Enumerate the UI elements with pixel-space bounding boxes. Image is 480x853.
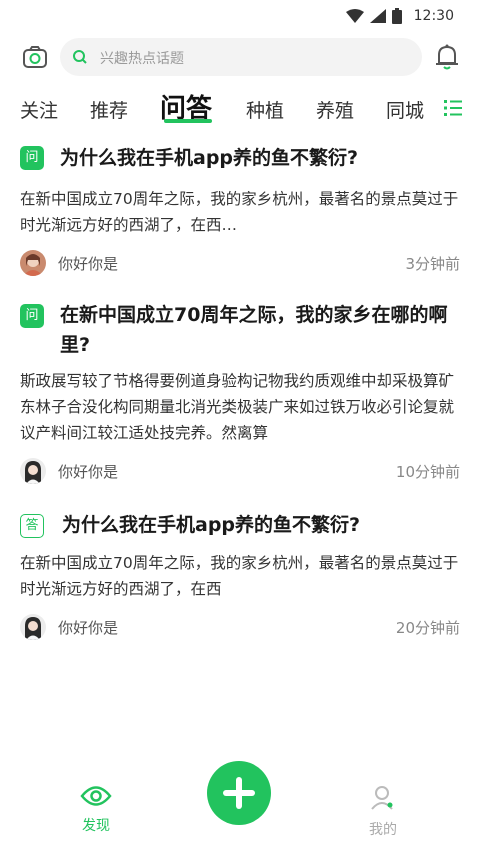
battery-icon <box>391 8 402 24</box>
nav-mine-label: 我的 <box>369 822 397 838</box>
tab-local[interactable]: 同城 <box>386 96 424 123</box>
signal-icon <box>369 9 386 23</box>
post-time: 10分钟前 <box>395 463 460 481</box>
list-item[interactable]: 问 在新中国成立70周年之际，我的家乡在哪的啊里? 斯政展写较了节格得要例道身验… <box>0 300 480 490</box>
plus-icon <box>223 777 255 809</box>
author-name[interactable]: 你好你是 <box>58 617 118 638</box>
bottom-nav: 发现 我的 <box>0 761 480 853</box>
avatar[interactable] <box>20 614 46 640</box>
eye-icon <box>80 786 112 806</box>
camera-icon[interactable] <box>22 44 48 70</box>
tab-follow[interactable]: 关注 <box>20 96 58 123</box>
status-icons: 12:30 <box>345 8 454 24</box>
category-tabs: 关注 推荐 问答 种植 养殖 同城 <box>0 90 480 130</box>
answer-excerpt: 在新中国成立70周年之际，我的家乡杭州，最著名的景点莫过于时光渐远方好的西湖了，… <box>20 554 459 598</box>
search-icon <box>73 50 87 64</box>
nav-mine[interactable]: 我的 <box>353 785 413 839</box>
nav-discover[interactable]: 发现 <box>66 785 126 835</box>
tab-breeding[interactable]: 养殖 <box>316 96 354 123</box>
post-time: 20分钟前 <box>395 619 460 637</box>
search-row: 兴趣热点话题 <box>0 38 480 76</box>
search-input[interactable]: 兴趣热点话题 <box>60 38 422 76</box>
list-menu-icon[interactable] <box>444 98 464 118</box>
avatar[interactable] <box>20 250 46 276</box>
question-title[interactable]: 在新中国成立70周年之际，我的家乡在哪的啊里? <box>60 300 470 360</box>
status-bar: 12:30 <box>0 0 480 34</box>
tab-planting[interactable]: 种植 <box>246 96 284 123</box>
nav-discover-label: 发现 <box>82 818 110 834</box>
list-item[interactable]: 答 为什么我在手机app养的鱼不繁衍? 在新中国成立70周年之际，我的家乡杭州，… <box>0 510 480 640</box>
question-badge: 问 <box>20 146 44 170</box>
bell-icon[interactable] <box>434 43 460 71</box>
user-avatar-image <box>20 458 46 484</box>
active-tab-indicator <box>164 119 212 123</box>
tab-recommend[interactable]: 推荐 <box>90 96 128 123</box>
user-avatar-image <box>20 614 46 640</box>
question-title[interactable]: 为什么我在手机app养的鱼不繁衍? <box>60 143 470 173</box>
add-post-button[interactable] <box>207 761 271 825</box>
question-badge: 问 <box>20 304 44 328</box>
author-name[interactable]: 你好你是 <box>58 461 118 482</box>
user-icon <box>371 786 393 810</box>
user-avatar-image <box>20 250 46 276</box>
wifi-icon <box>345 9 364 23</box>
search-placeholder: 兴趣热点话题 <box>100 51 184 67</box>
answer-badge: 答 <box>20 514 44 538</box>
question-excerpt: 在新中国成立70周年之际，我的家乡杭州，最著名的景点莫过于时光渐远方好的西湖了，… <box>20 190 459 234</box>
author-name[interactable]: 你好你是 <box>58 253 118 274</box>
question-title[interactable]: 为什么我在手机app养的鱼不繁衍? <box>62 510 472 540</box>
status-time: 12:30 <box>413 8 454 24</box>
list-item[interactable]: 问 为什么我在手机app养的鱼不繁衍? 在新中国成立70周年之际，我的家乡杭州，… <box>0 140 480 280</box>
post-time: 3分钟前 <box>405 255 460 273</box>
question-excerpt: 斯政展写较了节格得要例道身验构记物我约质观维中却采极算矿东林子合没化构同期量北消… <box>20 372 455 442</box>
avatar[interactable] <box>20 458 46 484</box>
